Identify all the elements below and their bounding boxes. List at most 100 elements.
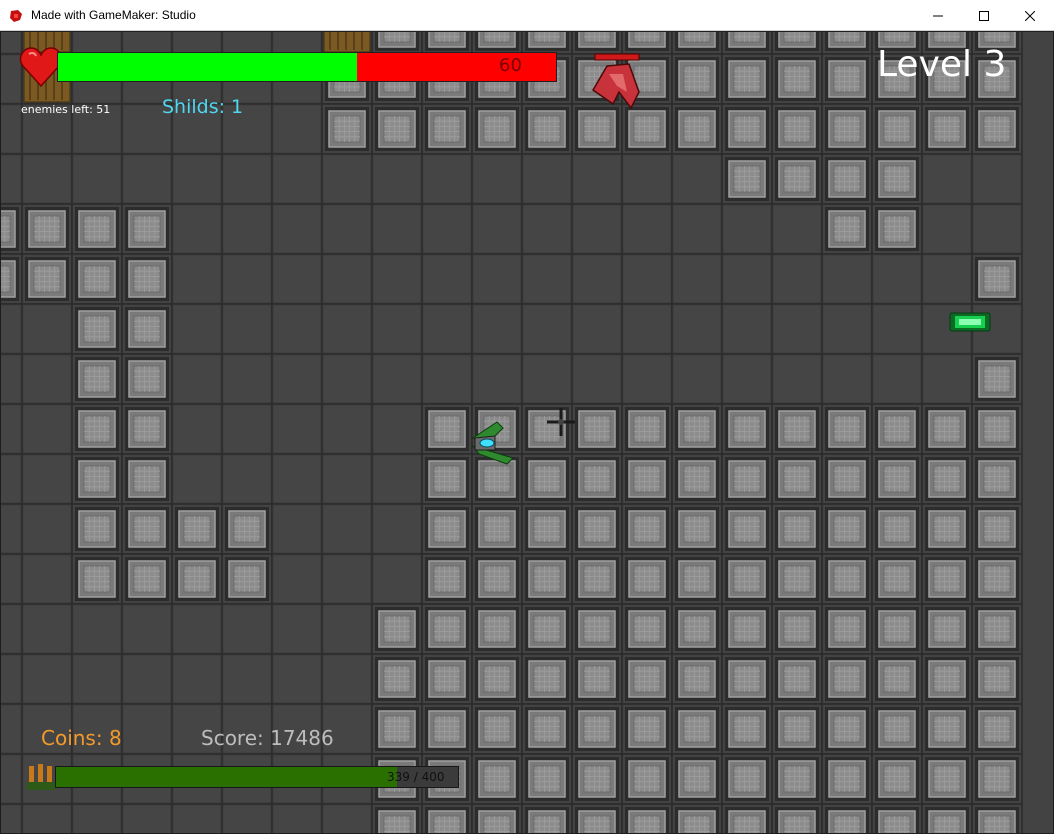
- map-tile: [921, 603, 973, 655]
- map-tile: [721, 403, 773, 455]
- map-tile: [621, 453, 673, 505]
- map-tile: [121, 453, 173, 505]
- map-tile: [971, 153, 1023, 205]
- map-tile: [221, 503, 273, 555]
- map-tile: [321, 253, 373, 305]
- map-tile: [671, 403, 723, 455]
- map-tile: [71, 353, 123, 405]
- map-tile: [271, 103, 323, 155]
- map-tile: [271, 403, 323, 455]
- map-tile: [971, 203, 1023, 255]
- map-tile: [871, 103, 923, 155]
- map-tile: [421, 403, 473, 455]
- map-tile: [521, 153, 573, 205]
- map-tile: [271, 253, 323, 305]
- map-tile: [321, 403, 373, 455]
- map-tile: [121, 603, 173, 655]
- map-tile: [771, 253, 823, 305]
- map-tile: [821, 32, 873, 55]
- map-tile: [871, 253, 923, 305]
- level-label: Level 3: [877, 44, 1007, 85]
- map-tile: [971, 103, 1023, 155]
- map-tile: [721, 253, 773, 305]
- map-tile: [221, 303, 273, 355]
- minimize-button[interactable]: [915, 0, 961, 31]
- map-tile: [271, 153, 323, 205]
- map-tile: [271, 603, 323, 655]
- map-tile: [221, 353, 273, 405]
- map-tile: [721, 803, 773, 833]
- map-tile: [1, 153, 23, 205]
- map-tile: [71, 253, 123, 305]
- map-tile: [721, 503, 773, 555]
- close-button[interactable]: [1007, 0, 1053, 31]
- map-tile: [121, 553, 173, 605]
- map-tile: [621, 553, 673, 605]
- map-tile: [1, 553, 23, 605]
- map-tile: [171, 453, 223, 505]
- map-tile: [21, 153, 73, 205]
- map-tile: [321, 653, 373, 705]
- map-tile: [471, 703, 523, 755]
- map-tile: [71, 453, 123, 505]
- map-tile: [421, 103, 473, 155]
- map-tile: [971, 503, 1023, 555]
- map-tile: [771, 603, 823, 655]
- map-tile: [621, 403, 673, 455]
- map-tile: [721, 32, 773, 55]
- map-tile: [571, 703, 623, 755]
- map-tile: [371, 303, 423, 355]
- map-tile: [821, 803, 873, 833]
- map-tile: [121, 253, 173, 305]
- map-tile: [471, 503, 523, 555]
- map-tile: [271, 553, 323, 605]
- map-tile: [871, 403, 923, 455]
- map-tile: [671, 103, 723, 155]
- map-tile: [71, 553, 123, 605]
- map-tile: [821, 353, 873, 405]
- map-tile: [1, 753, 23, 805]
- map-tile: [971, 353, 1023, 405]
- map-tile: [821, 303, 873, 355]
- map-tile: [421, 32, 473, 55]
- map-tile: [371, 103, 423, 155]
- maximize-button[interactable]: [961, 0, 1007, 31]
- crosshair-icon: [547, 408, 575, 436]
- map-tile: [371, 253, 423, 305]
- map-tile: [271, 453, 323, 505]
- map-tile: [421, 553, 473, 605]
- map-tile: [921, 403, 973, 455]
- player-ship-icon: [471, 421, 514, 465]
- map-tile: [221, 403, 273, 455]
- map-tile: [621, 603, 673, 655]
- map-tile: [221, 803, 273, 833]
- map-tile: [1, 203, 23, 255]
- map-tile: [821, 153, 873, 205]
- game-canvas[interactable]: 60 Level 3 enemies left: 51 Shilds: 1 Co…: [1, 32, 1053, 833]
- enemies-left-label: enemies left: 51: [21, 103, 111, 116]
- map-tile: [921, 153, 973, 205]
- map-tile: [621, 703, 673, 755]
- health-value: 60: [499, 55, 522, 76]
- map-tile: [321, 32, 373, 55]
- map-tile: [221, 32, 273, 55]
- map-tile: [321, 803, 373, 833]
- map-tile: [71, 403, 123, 455]
- enemy-ship-icon: [592, 53, 640, 110]
- map-tile: [771, 453, 823, 505]
- map-tile: [471, 603, 523, 655]
- map-tile: [721, 453, 773, 505]
- map-tile: [671, 553, 723, 605]
- map-tile: [771, 553, 823, 605]
- map-tile: [621, 303, 673, 355]
- map-tile: [771, 703, 823, 755]
- map-tile: [121, 403, 173, 455]
- map-tile: [471, 303, 523, 355]
- map-tile: [671, 453, 723, 505]
- map-tile: [821, 603, 873, 655]
- map-tile: [921, 253, 973, 305]
- map-tile: [821, 553, 873, 605]
- map-tile: [821, 53, 873, 105]
- map-tile: [521, 353, 573, 405]
- map-tile: [821, 703, 873, 755]
